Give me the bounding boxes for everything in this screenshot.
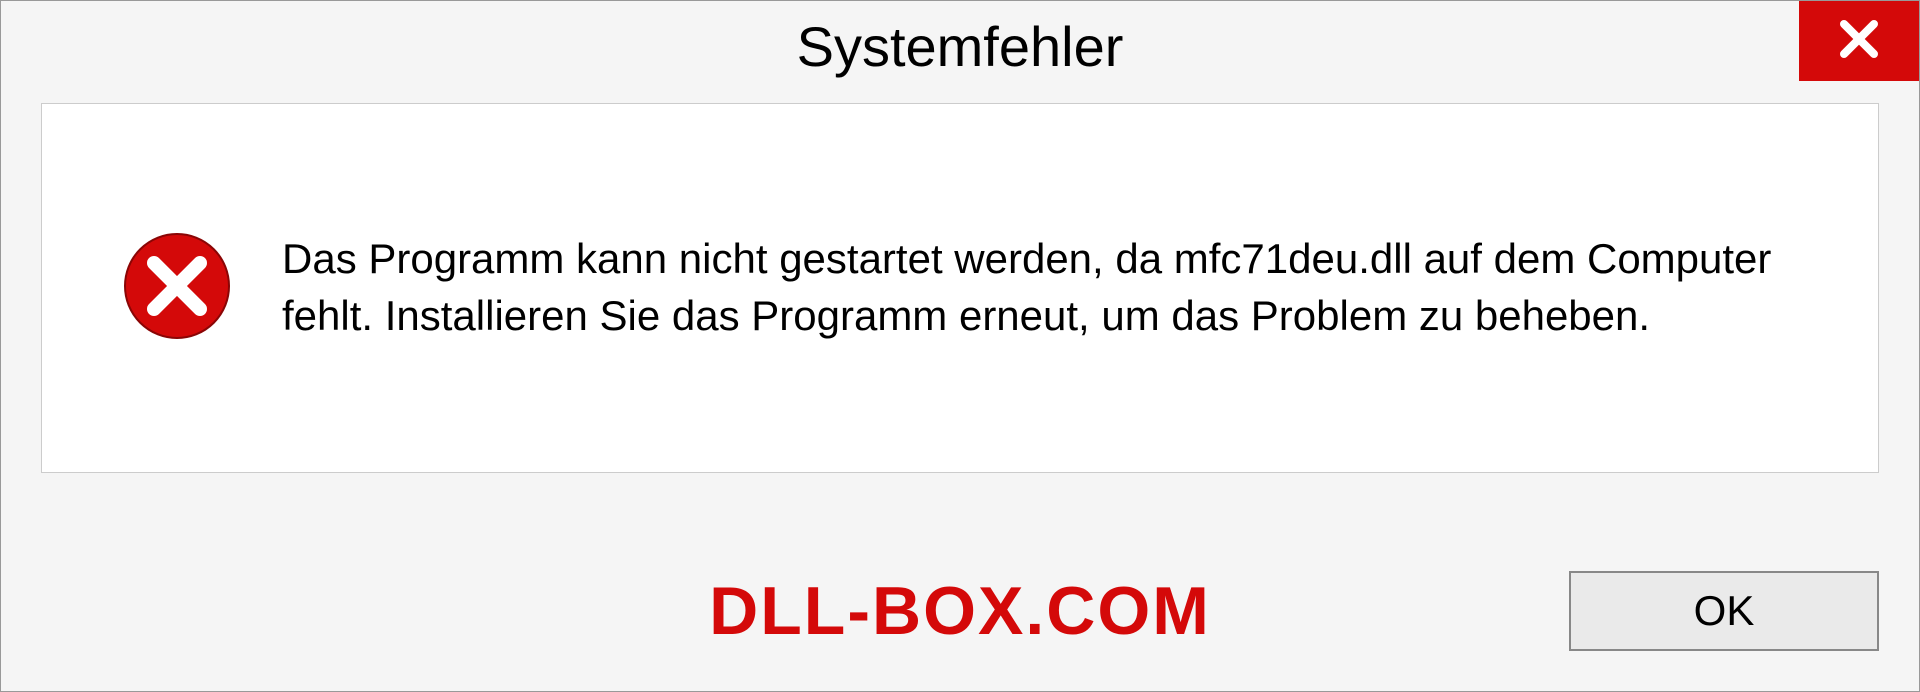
watermark-text: DLL-BOX.COM (709, 572, 1211, 650)
ok-button[interactable]: OK (1569, 571, 1879, 651)
footer: DLL-BOX.COM OK (1, 531, 1919, 691)
dialog-title: Systemfehler (797, 14, 1124, 79)
close-icon (1834, 14, 1884, 69)
error-dialog: Systemfehler Das Programm kann nicht ges… (0, 0, 1920, 692)
error-message: Das Programm kann nicht gestartet werden… (282, 231, 1838, 344)
content-area: Das Programm kann nicht gestartet werden… (41, 103, 1879, 473)
titlebar: Systemfehler (1, 1, 1919, 91)
error-icon (122, 231, 232, 346)
close-button[interactable] (1799, 1, 1919, 81)
